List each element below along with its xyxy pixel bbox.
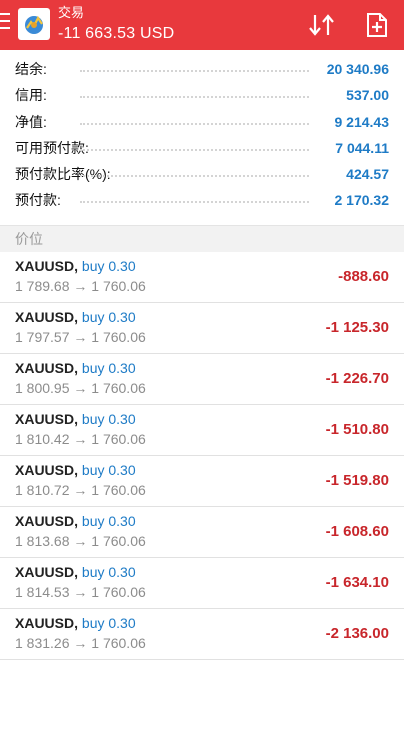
position-profit: -888.60 [338, 268, 389, 285]
position-profit: -1 125.30 [325, 319, 389, 336]
position-row[interactable]: XAUUSD, buy 0.30 1 789.68 → 1 760.06 -88… [0, 252, 404, 303]
menu-icon[interactable] [0, 13, 12, 33]
free-margin-value: 7 044.11 [329, 134, 389, 161]
credit-row: 信用: 537.00 [0, 82, 404, 109]
position-prices: 1 810.72 → 1 760.06 [15, 482, 146, 498]
equity-row: 净值: 9 214.43 [0, 108, 404, 135]
app-logo-icon [18, 8, 50, 40]
dotted-leader [80, 122, 309, 125]
position-prices: 1 810.42 → 1 760.06 [15, 431, 146, 447]
top-app-bar: 交易 -11 663.53 USD [0, 0, 404, 50]
position-symbol: XAUUSD, [15, 513, 79, 529]
balance-value: 20 340.96 [320, 56, 389, 82]
free-margin-row: 可用预付款: 7 044.11 [0, 134, 404, 161]
screen-title: 交易 [58, 5, 85, 20]
sort-arrows-icon[interactable] [307, 11, 337, 39]
position-profit: -1 519.80 [325, 472, 389, 489]
free-margin-label: 可用预付款: [15, 139, 89, 156]
margin-row: 预付款: 2 170.32 [0, 187, 404, 214]
dotted-leader [80, 175, 309, 178]
position-side: buy 0.30 [81, 360, 136, 376]
position-side: buy 0.30 [81, 258, 136, 274]
dotted-leader [80, 96, 309, 99]
position-symbol: XAUUSD, [15, 309, 79, 325]
position-prices: 1 831.26 → 1 760.06 [15, 635, 146, 651]
position-side: buy 0.30 [81, 411, 136, 427]
equity-value: 9 214.43 [328, 108, 389, 135]
margin-value: 2 170.32 [328, 187, 389, 214]
position-prices: 1 797.57 → 1 760.06 [15, 329, 146, 345]
position-row[interactable]: XAUUSD, buy 0.30 1 797.57 → 1 760.06 -1 … [0, 303, 404, 354]
position-row[interactable]: XAUUSD, buy 0.30 1 831.26 → 1 760.06 -2 … [0, 609, 404, 660]
position-row[interactable]: XAUUSD, buy 0.30 1 814.53 → 1 760.06 -1 … [0, 558, 404, 609]
dotted-leader [80, 70, 309, 72]
new-order-icon[interactable] [364, 11, 390, 39]
position-side: buy 0.30 [81, 513, 136, 529]
position-symbol: XAUUSD, [15, 360, 79, 376]
position-profit: -1 510.80 [325, 421, 389, 438]
position-row[interactable]: XAUUSD, buy 0.30 1 810.42 → 1 760.06 -1 … [0, 405, 404, 456]
position-side: buy 0.30 [81, 462, 136, 478]
margin-label: 预付款: [15, 192, 61, 209]
total-profit: -11 663.53 USD [58, 25, 175, 42]
balance-label: 结余: [15, 61, 47, 77]
credit-label: 信用: [15, 87, 47, 104]
section-title: 价位 [15, 231, 43, 247]
margin-level-label: 预付款比率(%): [15, 166, 111, 183]
margin-level-value: 424.57 [340, 161, 389, 188]
credit-value: 537.00 [340, 82, 389, 109]
account-summary: 结余: 20 340.96 信用: 537.00 净值: 9 214.43 可用… [0, 56, 404, 214]
equity-label: 净值: [15, 113, 47, 130]
position-side: buy 0.30 [81, 615, 136, 631]
position-prices: 1 813.68 → 1 760.06 [15, 533, 146, 549]
position-side: buy 0.30 [81, 309, 136, 325]
position-symbol: XAUUSD, [15, 462, 79, 478]
margin-level-row: 预付款比率(%): 424.57 [0, 161, 404, 188]
position-symbol: XAUUSD, [15, 411, 79, 427]
balance-row: 结余: 20 340.96 [0, 56, 404, 82]
position-symbol: XAUUSD, [15, 615, 79, 631]
position-row[interactable]: XAUUSD, buy 0.30 1 810.72 → 1 760.06 -1 … [0, 456, 404, 507]
positions-list: XAUUSD, buy 0.30 1 789.68 → 1 760.06 -88… [0, 252, 404, 660]
position-symbol: XAUUSD, [15, 258, 79, 274]
position-profit: -2 136.00 [325, 625, 389, 642]
position-prices: 1 789.68 → 1 760.06 [15, 278, 146, 294]
position-symbol: XAUUSD, [15, 564, 79, 580]
position-side: buy 0.30 [81, 564, 136, 580]
dotted-leader [80, 148, 309, 151]
position-row[interactable]: XAUUSD, buy 0.30 1 800.95 → 1 760.06 -1 … [0, 354, 404, 405]
position-prices: 1 814.53 → 1 760.06 [15, 584, 146, 600]
positions-section-header: 价位 [0, 225, 404, 252]
position-profit: -1 226.70 [325, 370, 389, 387]
position-row[interactable]: XAUUSD, buy 0.30 1 813.68 → 1 760.06 -1 … [0, 507, 404, 558]
position-profit: -1 634.10 [325, 574, 389, 591]
position-profit: -1 608.60 [325, 523, 389, 540]
dotted-leader [80, 201, 309, 204]
position-prices: 1 800.95 → 1 760.06 [15, 380, 146, 396]
